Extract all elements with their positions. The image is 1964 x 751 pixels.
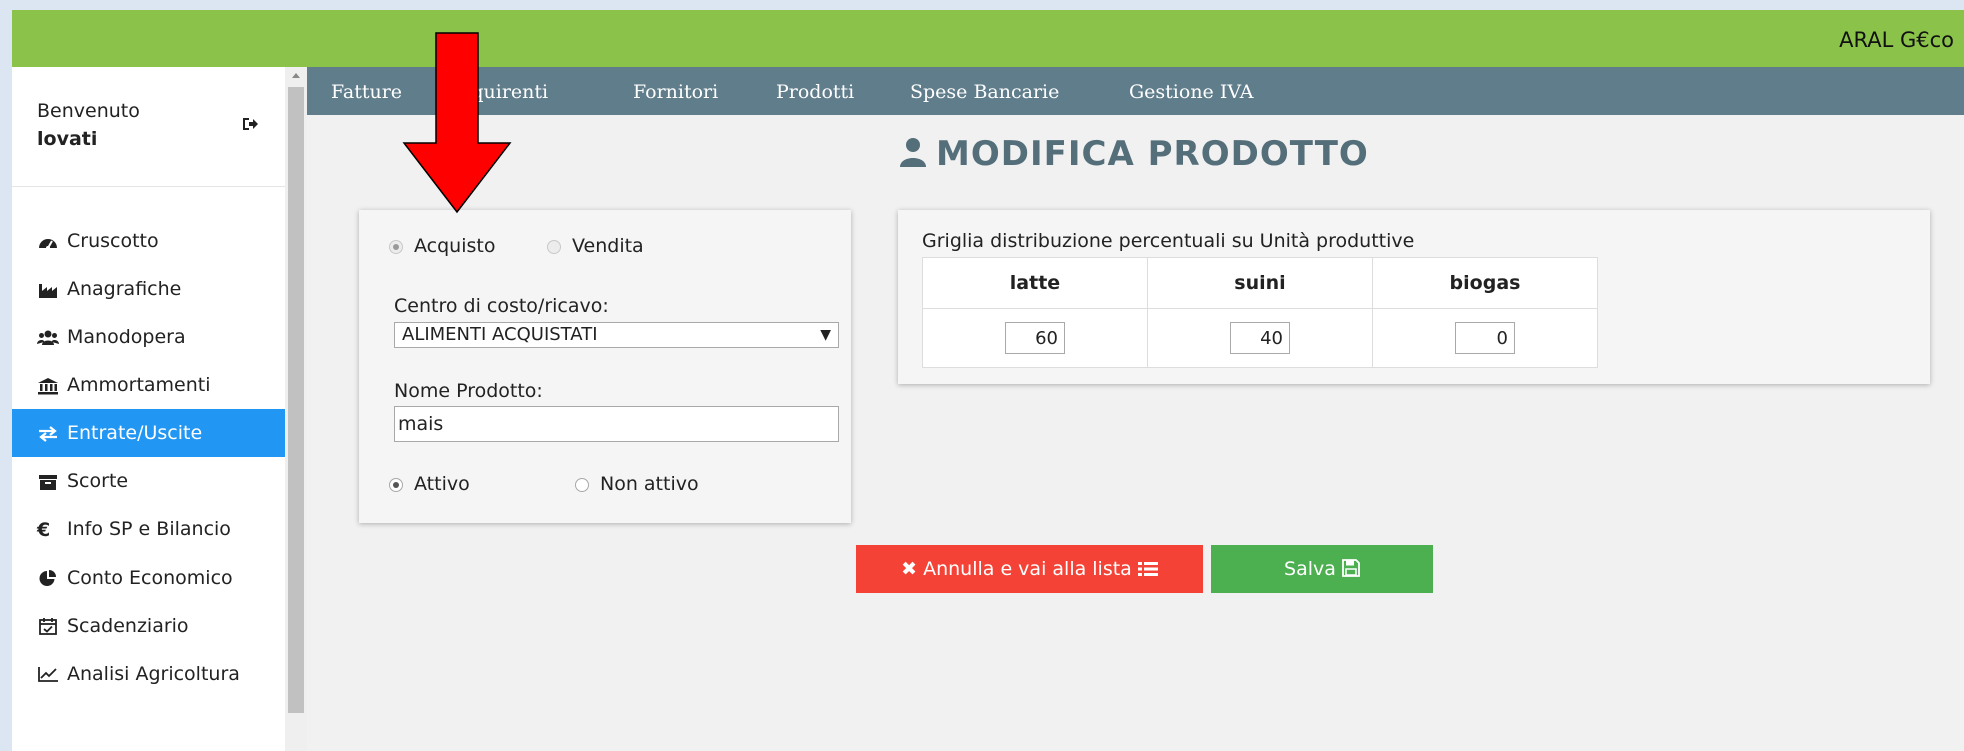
radio-attivo[interactable]: [389, 478, 403, 492]
centro-costo-select[interactable]: ALIMENTI ACQUISTATI ▼: [394, 322, 839, 348]
save-button[interactable]: Salva: [1211, 545, 1433, 593]
sidebar-item-manodopera[interactable]: Manodopera: [12, 313, 285, 361]
users-icon: [37, 330, 59, 345]
annotation-arrow: [402, 32, 512, 214]
scrollbar-thumb[interactable]: [288, 87, 304, 713]
sidebar-separator: [12, 186, 285, 187]
logout-icon[interactable]: [240, 114, 260, 134]
pie-chart-icon: [39, 570, 56, 586]
suini-percent-input[interactable]: [1230, 322, 1290, 354]
radio-vendita-label: Vendita: [572, 235, 644, 257]
sidebar-item-label: Info SP e Bilancio: [67, 518, 231, 540]
welcome-block: Benvenuto lovati: [37, 97, 140, 153]
archive-icon: [39, 474, 57, 490]
nav-prodotti[interactable]: Prodotti: [776, 81, 854, 103]
sidebar-item-info-sp-bilancio[interactable]: € Info SP e Bilancio: [12, 505, 285, 554]
list-icon: [1137, 562, 1158, 576]
column-header-suini: suini: [1147, 257, 1373, 309]
page-title-text: MODIFICA PRODOTTO: [936, 134, 1369, 174]
sidebar-item-label: Ammortamenti: [67, 374, 211, 396]
radio-attivo-label[interactable]: Attivo: [414, 473, 470, 495]
product-form-card: Acquisto Vendita Centro di costo/ricavo:…: [359, 210, 851, 523]
sidebar-item-entrate-uscite[interactable]: Entrate/Uscite: [12, 409, 285, 457]
calendar-check-icon: [39, 618, 57, 635]
nav-spese-bancarie[interactable]: Spese Bancarie: [910, 81, 1059, 103]
industry-icon: [39, 283, 57, 298]
grid-title: Griglia distribuzione percentuali su Uni…: [922, 230, 1415, 252]
dashboard-icon: [39, 238, 57, 250]
sidebar-item-scorte[interactable]: Scorte: [12, 457, 285, 505]
floppy-disk-icon: [1342, 559, 1360, 577]
column-header-biogas: biogas: [1372, 257, 1598, 309]
centro-costo-selected-value: ALIMENTI ACQUISTATI: [402, 324, 598, 345]
sidebar-item-label: Conto Economico: [67, 566, 233, 589]
radio-non-attivo[interactable]: [575, 478, 589, 492]
table-cell: [1372, 308, 1598, 368]
sidebar-item-label: Manodopera: [67, 326, 186, 348]
save-button-label: Salva: [1284, 558, 1336, 580]
radio-acquisto-label: Acquisto: [414, 235, 496, 257]
cancel-button[interactable]: ✖ Annulla e vai alla lista: [856, 545, 1203, 593]
user-name: lovati: [37, 128, 98, 150]
sidebar-scrollbar[interactable]: [285, 67, 307, 751]
nome-prodotto-label: Nome Prodotto:: [394, 380, 543, 402]
sidebar-item-label: Scadenziario: [67, 614, 189, 637]
sidebar-item-label: Analisi Agricoltura: [67, 662, 240, 685]
app-brand: ARAL G€co: [1839, 28, 1954, 52]
welcome-text: Benvenuto: [37, 100, 140, 122]
table-header-row: latte suini biogas: [922, 257, 1598, 309]
euro-icon: €: [37, 518, 51, 541]
top-bar: ARAL G€co: [12, 10, 1964, 67]
sidebar-item-label: Cruscotto: [67, 230, 159, 252]
sidebar-item-conto-economico[interactable]: Conto Economico: [12, 554, 285, 602]
radio-vendita: [547, 240, 561, 254]
sidebar: Benvenuto lovati Cruscotto Anagrafiche M…: [12, 67, 285, 751]
table-cell: [922, 308, 1148, 368]
sidebar-item-scadenziario[interactable]: Scadenziario: [12, 602, 285, 650]
sidebar-item-label: Scorte: [67, 470, 129, 492]
table-cell: [1147, 308, 1373, 368]
page-title: MODIFICA PRODOTTO: [900, 134, 1369, 174]
line-chart-icon: [38, 667, 58, 682]
sidebar-item-ammortamenti[interactable]: Ammortamenti: [12, 361, 285, 409]
biogas-percent-input[interactable]: [1455, 322, 1515, 354]
close-icon: ✖: [901, 558, 918, 580]
table-row: [922, 308, 1598, 368]
sidebar-item-anagrafiche[interactable]: Anagrafiche: [12, 265, 285, 313]
distribution-grid-card: Griglia distribuzione percentuali su Uni…: [898, 210, 1930, 384]
column-header-latte: latte: [922, 257, 1148, 309]
radio-non-attivo-label[interactable]: Non attivo: [600, 473, 699, 495]
nome-prodotto-input[interactable]: [394, 406, 839, 442]
sidebar-item-cruscotto[interactable]: Cruscotto: [12, 217, 285, 265]
bank-icon: [38, 377, 58, 394]
nav-fatture[interactable]: Fatture: [331, 81, 402, 103]
distribution-table: latte suini biogas: [922, 257, 1598, 368]
user-icon: [900, 138, 926, 167]
sidebar-item-analisi-agricoltura[interactable]: Analisi Agricoltura: [12, 650, 285, 698]
cancel-button-label: Annulla e vai alla lista: [923, 558, 1132, 580]
radio-acquisto: [389, 240, 403, 254]
dropdown-arrow-icon: ▼: [820, 327, 831, 343]
latte-percent-input[interactable]: [1005, 322, 1065, 354]
top-navbar: Fatture Acquirenti Fornitori Prodotti Sp…: [307, 67, 1964, 115]
nav-gestione-iva[interactable]: Gestione IVA: [1129, 81, 1254, 103]
nav-fornitori[interactable]: Fornitori: [633, 81, 718, 103]
exchange-icon: [39, 425, 57, 442]
sidebar-item-label: Anagrafiche: [67, 278, 182, 300]
sidebar-menu: Cruscotto Anagrafiche Manodopera Ammorta…: [12, 217, 285, 698]
app-window: ARAL G€co Benvenuto lovati Cruscotto Ana…: [12, 10, 1964, 751]
sidebar-item-label: Entrate/Uscite: [67, 422, 203, 444]
scroll-up-arrow-icon[interactable]: [285, 67, 307, 85]
centro-costo-label: Centro di costo/ricavo:: [394, 295, 609, 317]
